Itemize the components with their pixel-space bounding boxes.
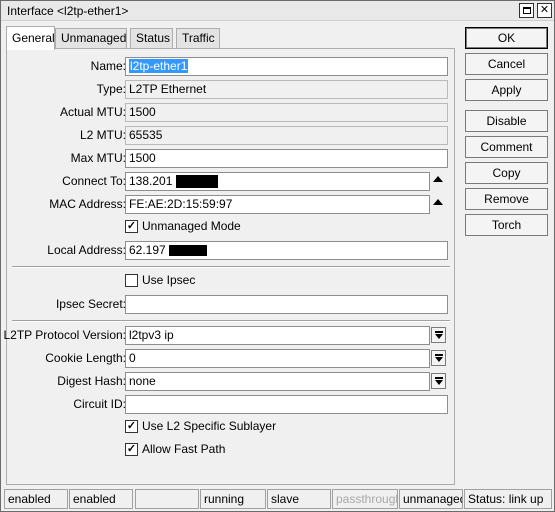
redaction-box (169, 245, 208, 257)
circuit-id-label: Circuit ID: (73, 397, 126, 411)
connect-to-label: Connect To: (62, 174, 126, 188)
status-link: Status: link up (464, 489, 552, 509)
ok-button[interactable]: OK (465, 27, 548, 49)
window-title: Interface <l2tp-ether1> (7, 4, 129, 18)
local-address-value: 62.197 (129, 243, 166, 257)
collapse-arrow-icon[interactable] (433, 199, 443, 205)
use-ipsec-label: Use Ipsec (142, 273, 196, 287)
type-row: Type: L2TP Ethernet (7, 80, 456, 100)
close-icon[interactable]: ✕ (537, 3, 552, 18)
status-empty (135, 489, 199, 509)
l2-mtu-row: L2 MTU: 65535 (7, 126, 456, 146)
unmanaged-mode-label: Unmanaged Mode (142, 219, 241, 233)
restore-icon[interactable] (519, 3, 534, 18)
status-running: running (200, 489, 266, 509)
status-unmanaged: unmanaged (399, 489, 463, 509)
apply-button[interactable]: Apply (465, 79, 548, 101)
name-row: Name: l2tp-ether1 (7, 57, 456, 77)
cookie-length-row: Cookie Length: 0 (7, 349, 456, 369)
digest-hash-label: Digest Hash: (57, 374, 126, 388)
actual-mtu-row: Actual MTU: 1500 (7, 103, 456, 123)
general-panel: Name: l2tp-ether1 Type: L2TP Ethernet Ac… (3, 48, 456, 485)
unmanaged-mode-checkbox[interactable]: ✓ (125, 220, 138, 233)
divider (12, 266, 450, 268)
fast-path-label: Allow Fast Path (142, 442, 226, 456)
local-address-row: Local Address: 62.197 (7, 241, 456, 261)
status-enabled-2: enabled (69, 489, 133, 509)
ipsec-secret-row: Ipsec Secret: (7, 295, 456, 315)
dropdown-icon[interactable] (431, 373, 446, 389)
name-label: Name: (90, 59, 126, 73)
circuit-id-input[interactable] (125, 395, 448, 414)
cancel-button[interactable]: Cancel (465, 53, 548, 75)
protocol-version-select[interactable]: l2tpv3 ip (125, 326, 430, 345)
status-bar: enabled enabled running slave passthroug… (1, 489, 554, 511)
actual-mtu-value: 1500 (125, 103, 448, 122)
use-ipsec-checkbox[interactable] (125, 274, 138, 287)
mac-row: MAC Address: FE:AE:2D:15:59:97 (7, 195, 456, 215)
comment-button[interactable]: Comment (465, 136, 548, 158)
actual-mtu-label: Actual MTU: (59, 105, 126, 119)
l2-mtu-label: L2 MTU: (79, 128, 126, 142)
mac-label: MAC Address: (49, 197, 126, 211)
type-label: Type: (96, 82, 126, 96)
digest-hash-row: Digest Hash: none (7, 372, 456, 392)
cookie-length-label: Cookie Length: (45, 351, 126, 365)
title-bar[interactable]: Interface <l2tp-ether1> ✕ (1, 1, 554, 21)
circuit-id-row: Circuit ID: (7, 395, 456, 415)
l2-sublayer-checkbox[interactable]: ✓ (125, 420, 138, 433)
cookie-length-select[interactable]: 0 (125, 349, 430, 368)
ipsec-secret-input[interactable] (125, 295, 448, 314)
type-value: L2TP Ethernet (125, 80, 448, 99)
ipsec-secret-label: Ipsec Secret: (55, 297, 126, 311)
tab-general[interactable]: General (6, 26, 55, 50)
local-address-input[interactable]: 62.197 (125, 241, 448, 260)
divider (12, 320, 450, 322)
dropdown-icon[interactable] (431, 350, 446, 366)
connect-to-value: 138.201 (129, 174, 173, 188)
connect-to-row: Connect To: 138.201 (7, 172, 456, 192)
tab-status[interactable]: Status (130, 28, 173, 49)
tab-traffic[interactable]: Traffic (176, 28, 220, 49)
status-enabled: enabled (4, 489, 68, 509)
dropdown-icon[interactable] (431, 327, 446, 343)
redaction-box (175, 175, 218, 189)
fast-path-checkbox[interactable]: ✓ (125, 443, 138, 456)
collapse-arrow-icon[interactable] (433, 176, 443, 182)
interface-window: Interface <l2tp-ether1> ✕ General Unmana… (0, 0, 555, 512)
l2-mtu-value: 65535 (125, 126, 448, 145)
remove-button[interactable]: Remove (465, 188, 548, 210)
l2-sublayer-label: Use L2 Specific Sublayer (142, 419, 277, 433)
name-input[interactable]: l2tp-ether1 (125, 57, 448, 76)
max-mtu-label: Max MTU: (70, 151, 126, 165)
copy-button[interactable]: Copy (465, 162, 548, 184)
max-mtu-row: Max MTU: 1500 (7, 149, 456, 169)
torch-button[interactable]: Torch (465, 214, 548, 236)
local-address-label: Local Address: (47, 243, 126, 257)
tab-unmanaged[interactable]: Unmanaged (55, 28, 127, 49)
connect-to-input[interactable]: 138.201 (125, 172, 430, 191)
max-mtu-input[interactable]: 1500 (125, 149, 448, 168)
digest-hash-select[interactable]: none (125, 372, 430, 391)
disable-button[interactable]: Disable (465, 110, 548, 132)
protocol-version-label: L2TP Protocol Version: (3, 328, 126, 342)
status-slave: slave (267, 489, 331, 509)
status-passthrough: passthrough (332, 489, 398, 509)
protocol-version-row: L2TP Protocol Version: l2tpv3 ip (3, 326, 456, 346)
mac-input[interactable]: FE:AE:2D:15:59:97 (125, 195, 430, 214)
